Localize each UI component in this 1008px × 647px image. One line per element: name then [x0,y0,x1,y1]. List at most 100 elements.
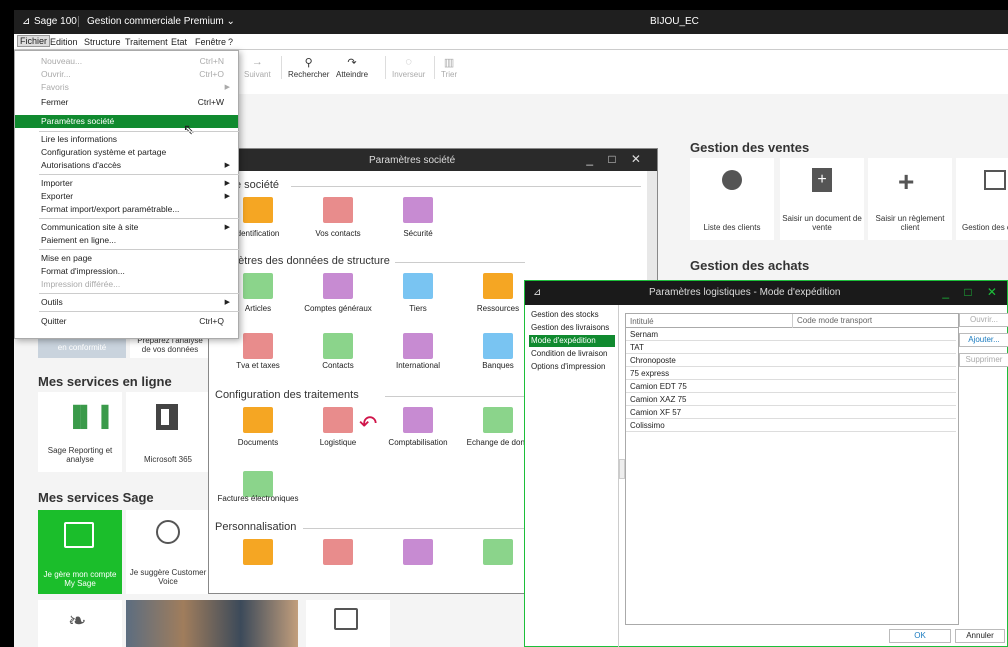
menu-item-autorisations[interactable]: Autorisations d'accès ▶ [15,159,238,172]
card-saisir-reglement-label: Saisir un règlement client [875,214,945,232]
menu-item-fermer[interactable]: Fermer Ctrl+W [15,96,238,109]
calendar-icon[interactable] [323,539,353,565]
table-row[interactable]: Camion XAZ 75 [626,394,956,406]
item-contacts[interactable]: Contacts [293,361,383,370]
card-saisir-document[interactable]: + Saisir un document de vente [780,158,864,240]
menu-item-format-impression[interactable]: Format d'impression... [15,265,238,278]
exchange-icon[interactable] [483,407,513,433]
card-customer-voice[interactable]: Je suggère Customer Voice [126,510,210,594]
menu-item-quitter[interactable]: Quitter Ctrl+Q [15,315,238,328]
menu-item-importer[interactable]: Importer ▶ [15,177,238,190]
table-row[interactable]: Sernam [626,329,956,341]
item-logistique[interactable]: Logistique [293,438,383,447]
item-factures-electroniques[interactable]: Factures électroniques [213,494,303,503]
menu-item-configuration[interactable]: Configuration système et partage [15,146,238,159]
menu-item-ouvrir[interactable]: Ouvrir... Ctrl+O [15,68,238,81]
nav-options-impression[interactable]: Options d'impression [529,361,615,373]
item-vos-contacts[interactable]: Vos contacts [293,229,383,238]
item-securite[interactable]: Sécurité [373,229,463,238]
menu-item-mise-en-page[interactable]: Mise en page [15,252,238,265]
chevron-right-icon: ▶ [224,84,230,91]
font-icon[interactable] [403,539,433,565]
column-code-transport[interactable]: Code mode transport [792,314,872,328]
item-comptes-generaux[interactable]: Comptes généraux [293,304,383,313]
add-button[interactable]: Ajouter... [959,333,1008,347]
menu-item-format-import-export[interactable]: Format import/export paramétrable... [15,203,238,216]
card-microsoft-365[interactable]: Microsoft 365 [126,392,210,472]
shield-icon[interactable] [403,197,433,223]
building-icon[interactable] [243,197,273,223]
menu-etat[interactable]: Etat [171,37,187,47]
table-row[interactable]: Colissimo [626,420,956,432]
nav-mode-expedition[interactable]: Mode d'expédition [529,335,615,347]
item-tiers[interactable]: Tiers [373,304,463,313]
bank-icon[interactable] [483,333,513,359]
menu-item-impression-differee[interactable]: Impression différée... [15,278,238,291]
truck-icon[interactable] [323,407,353,433]
promo-photo[interactable] [126,600,298,647]
menu-item-parametres-societe[interactable]: Paramètres société [15,115,238,128]
menu-traitement[interactable]: Traitement [125,37,168,47]
menu-edition[interactable]: Edition [50,37,78,47]
item-tva-taxes[interactable]: Tva et taxes [213,361,303,370]
menu-item-lire-informations[interactable]: Lire les informations [15,133,238,146]
percent-icon[interactable] [243,333,273,359]
menu-fichier[interactable]: Fichier [17,35,51,47]
toolbar-invert-button[interactable]: ◌ Inverseur [385,56,425,79]
resources-icon[interactable] [483,273,513,299]
menu-item-paiement[interactable]: Paiement en ligne... [15,234,238,247]
nav-gestion-livraisons[interactable]: Gestion des livraisons [529,322,615,334]
toolbar-goto-button[interactable]: ↷ Atteindre [336,56,368,79]
item-documents[interactable]: Documents [213,438,303,447]
card-sage-reporting[interactable]: ▐▌▐ Sage Reporting et analyse [38,392,122,472]
nav-condition-livraison[interactable]: Condition de livraison [529,348,615,360]
parametres-logistiques-window: ⊿ Paramètres logistiques - Mode d'expédi… [524,280,1008,647]
table-row[interactable]: Camion EDT 75 [626,381,956,393]
cancel-button[interactable]: Annuler [955,629,1005,643]
form-icon[interactable] [243,539,273,565]
flags-icon[interactable] [403,333,433,359]
open-button[interactable]: Ouvrir... [959,313,1008,327]
calculator-icon[interactable] [403,407,433,433]
table-row[interactable]: Camion XF 57 [626,407,956,419]
menu-item-nouveau[interactable]: Nouveau... Ctrl+N [15,55,238,68]
people-icon[interactable] [403,273,433,299]
contacts-group-icon[interactable] [323,197,353,223]
column-intitule[interactable]: Intitulé [630,317,654,326]
card-twitter[interactable]: ❧ [38,600,122,647]
nav-gestion-stocks[interactable]: Gestion des stocks [529,309,615,321]
table-row[interactable]: TAT [626,342,956,354]
item-comptabilisation[interactable]: Comptabilisation [373,438,463,447]
product-selector[interactable]: Gestion commerciale Premium ⌄ [78,16,235,27]
table-row[interactable]: Chronoposte [626,355,956,367]
list-icon[interactable] [483,539,513,565]
card-my-sage[interactable]: Je gère mon compte My Sage [38,510,122,594]
toolbar-search-button[interactable]: ⚲ Rechercher [281,56,329,79]
box-icon[interactable] [243,273,273,299]
card-gestion-comptes[interactable]: Gestion des comptes cl [956,158,1008,240]
menu-item-autorisations-label: Autorisations d'accès [41,160,122,170]
menu-item-favoris[interactable]: Favoris ▶ [15,81,238,94]
menu-item-communication[interactable]: Communication site à site ▶ [15,221,238,234]
add-document-icon: + [812,168,832,192]
toolbar-sort-button[interactable]: ▥ Trier [434,56,457,79]
card-settings[interactable] [306,600,390,647]
table-row[interactable]: 75 express [626,368,956,380]
menu-fenetre[interactable]: Fenêtre [195,37,226,47]
toolbar-next-button[interactable]: → Suivant [244,56,271,79]
card-liste-clients[interactable]: Liste des clients [690,158,774,240]
menu-structure[interactable]: Structure [84,37,121,47]
menu-item-exporter[interactable]: Exporter ▶ [15,190,238,203]
ok-button[interactable]: OK [889,629,951,643]
window-controls-icon[interactable]: _ □ ✕ [942,285,1003,299]
window-controls-icon[interactable]: _ □ ✕ [586,152,647,166]
menu-item-outils[interactable]: Outils ▶ [15,296,238,309]
ledger-icon[interactable] [323,273,353,299]
contacts-icon[interactable] [323,333,353,359]
card-saisir-reglement[interactable]: + Saisir un règlement client [868,158,952,240]
delete-button[interactable]: Supprimer [959,353,1008,367]
bar-chart-icon: ▐▌▐ [66,406,109,428]
menu-help[interactable]: ? [228,37,233,47]
documents-icon[interactable] [243,407,273,433]
item-international[interactable]: International [373,361,463,370]
